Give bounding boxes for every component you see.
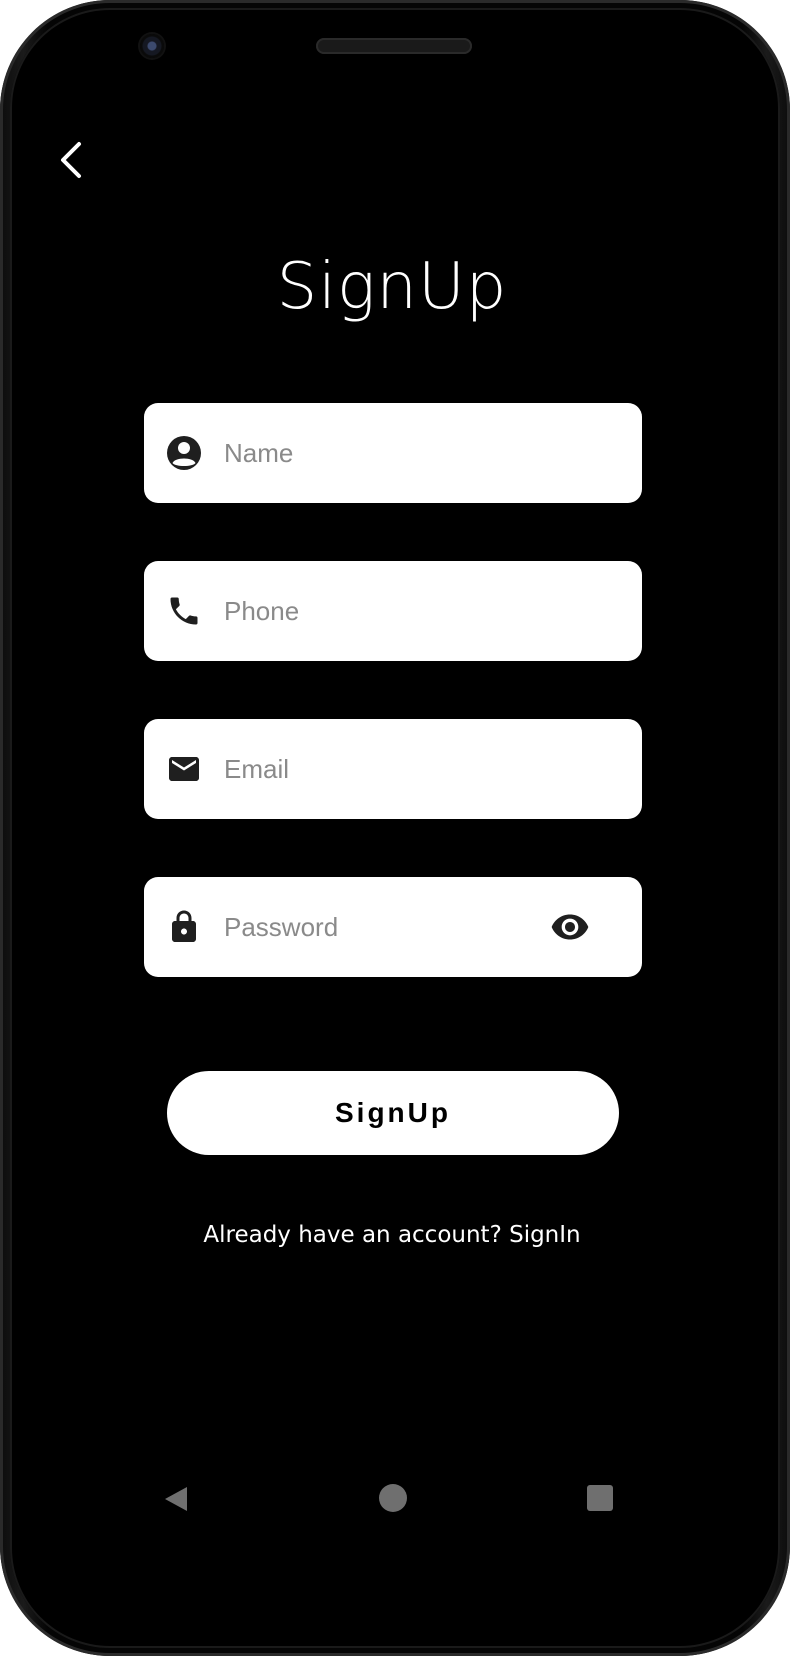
system-navigation-bar — [33, 1470, 751, 1530]
page-title: SignUp — [276, 250, 508, 324]
phone-placeholder: Phone — [224, 596, 300, 626]
signin-link[interactable]: Already have an account? SignIn — [33, 1222, 751, 1248]
phone-field[interactable]: Phone — [144, 561, 642, 661]
chevron-left-icon — [61, 142, 81, 178]
email-placeholder: Email — [224, 754, 290, 784]
back-button[interactable] — [55, 138, 91, 182]
password-field[interactable]: Password — [144, 877, 642, 977]
phone-frame: SignUp Name Phone Email Password SignUp … — [0, 0, 790, 1656]
email-field[interactable]: Email — [144, 719, 642, 819]
mail-icon — [169, 757, 199, 781]
nav-home-icon[interactable] — [379, 1484, 407, 1512]
account-circle-icon — [167, 436, 201, 470]
signup-screen: SignUp Name Phone Email Password SignUp … — [33, 110, 751, 1548]
phone-icon — [170, 597, 198, 625]
name-placeholder: Name — [224, 438, 294, 468]
front-camera — [140, 34, 164, 58]
name-field[interactable]: Name — [144, 403, 642, 503]
nav-back-icon[interactable] — [161, 1484, 191, 1514]
signup-button[interactable]: SignUp — [167, 1071, 619, 1155]
lock-icon — [172, 910, 196, 942]
password-placeholder: Password — [224, 912, 339, 942]
nav-recents-icon[interactable] — [587, 1485, 613, 1511]
eye-icon[interactable] — [550, 907, 590, 947]
earpiece-speaker — [316, 38, 472, 54]
